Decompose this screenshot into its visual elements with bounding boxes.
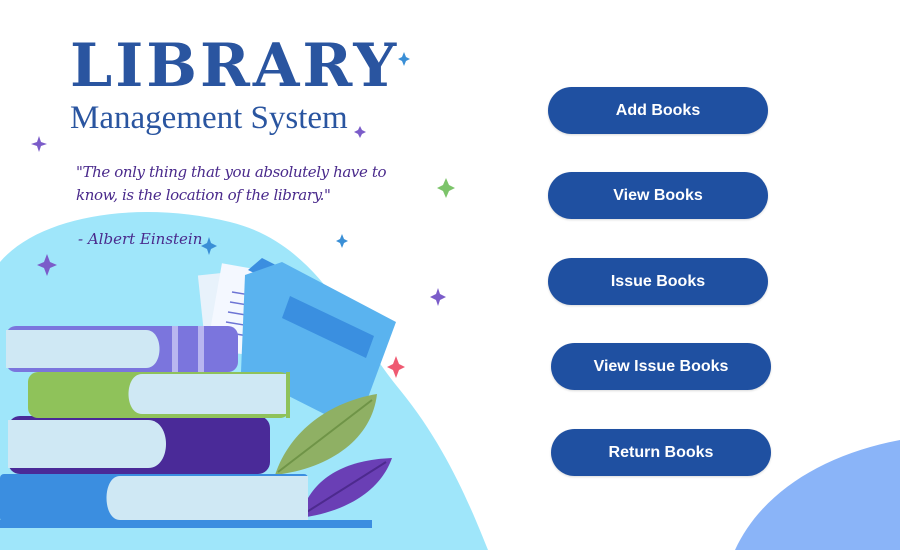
view-issue-books-button[interactable]: View Issue Books: [551, 343, 771, 390]
book-purple: [8, 416, 270, 474]
quote-author: - Albert Einstein: [78, 230, 203, 248]
book-green: [28, 372, 290, 418]
issue-books-button[interactable]: Issue Books: [548, 258, 768, 305]
app-title: LIBRARY: [70, 31, 400, 101]
add-books-button[interactable]: Add Books: [548, 87, 768, 134]
book-lavender: [6, 326, 238, 372]
view-books-button[interactable]: View Books: [548, 172, 768, 219]
return-books-button[interactable]: Return Books: [551, 429, 771, 476]
app-subtitle: Management System: [70, 100, 348, 136]
quote-text: "The only thing that you absolutely have…: [76, 163, 387, 204]
